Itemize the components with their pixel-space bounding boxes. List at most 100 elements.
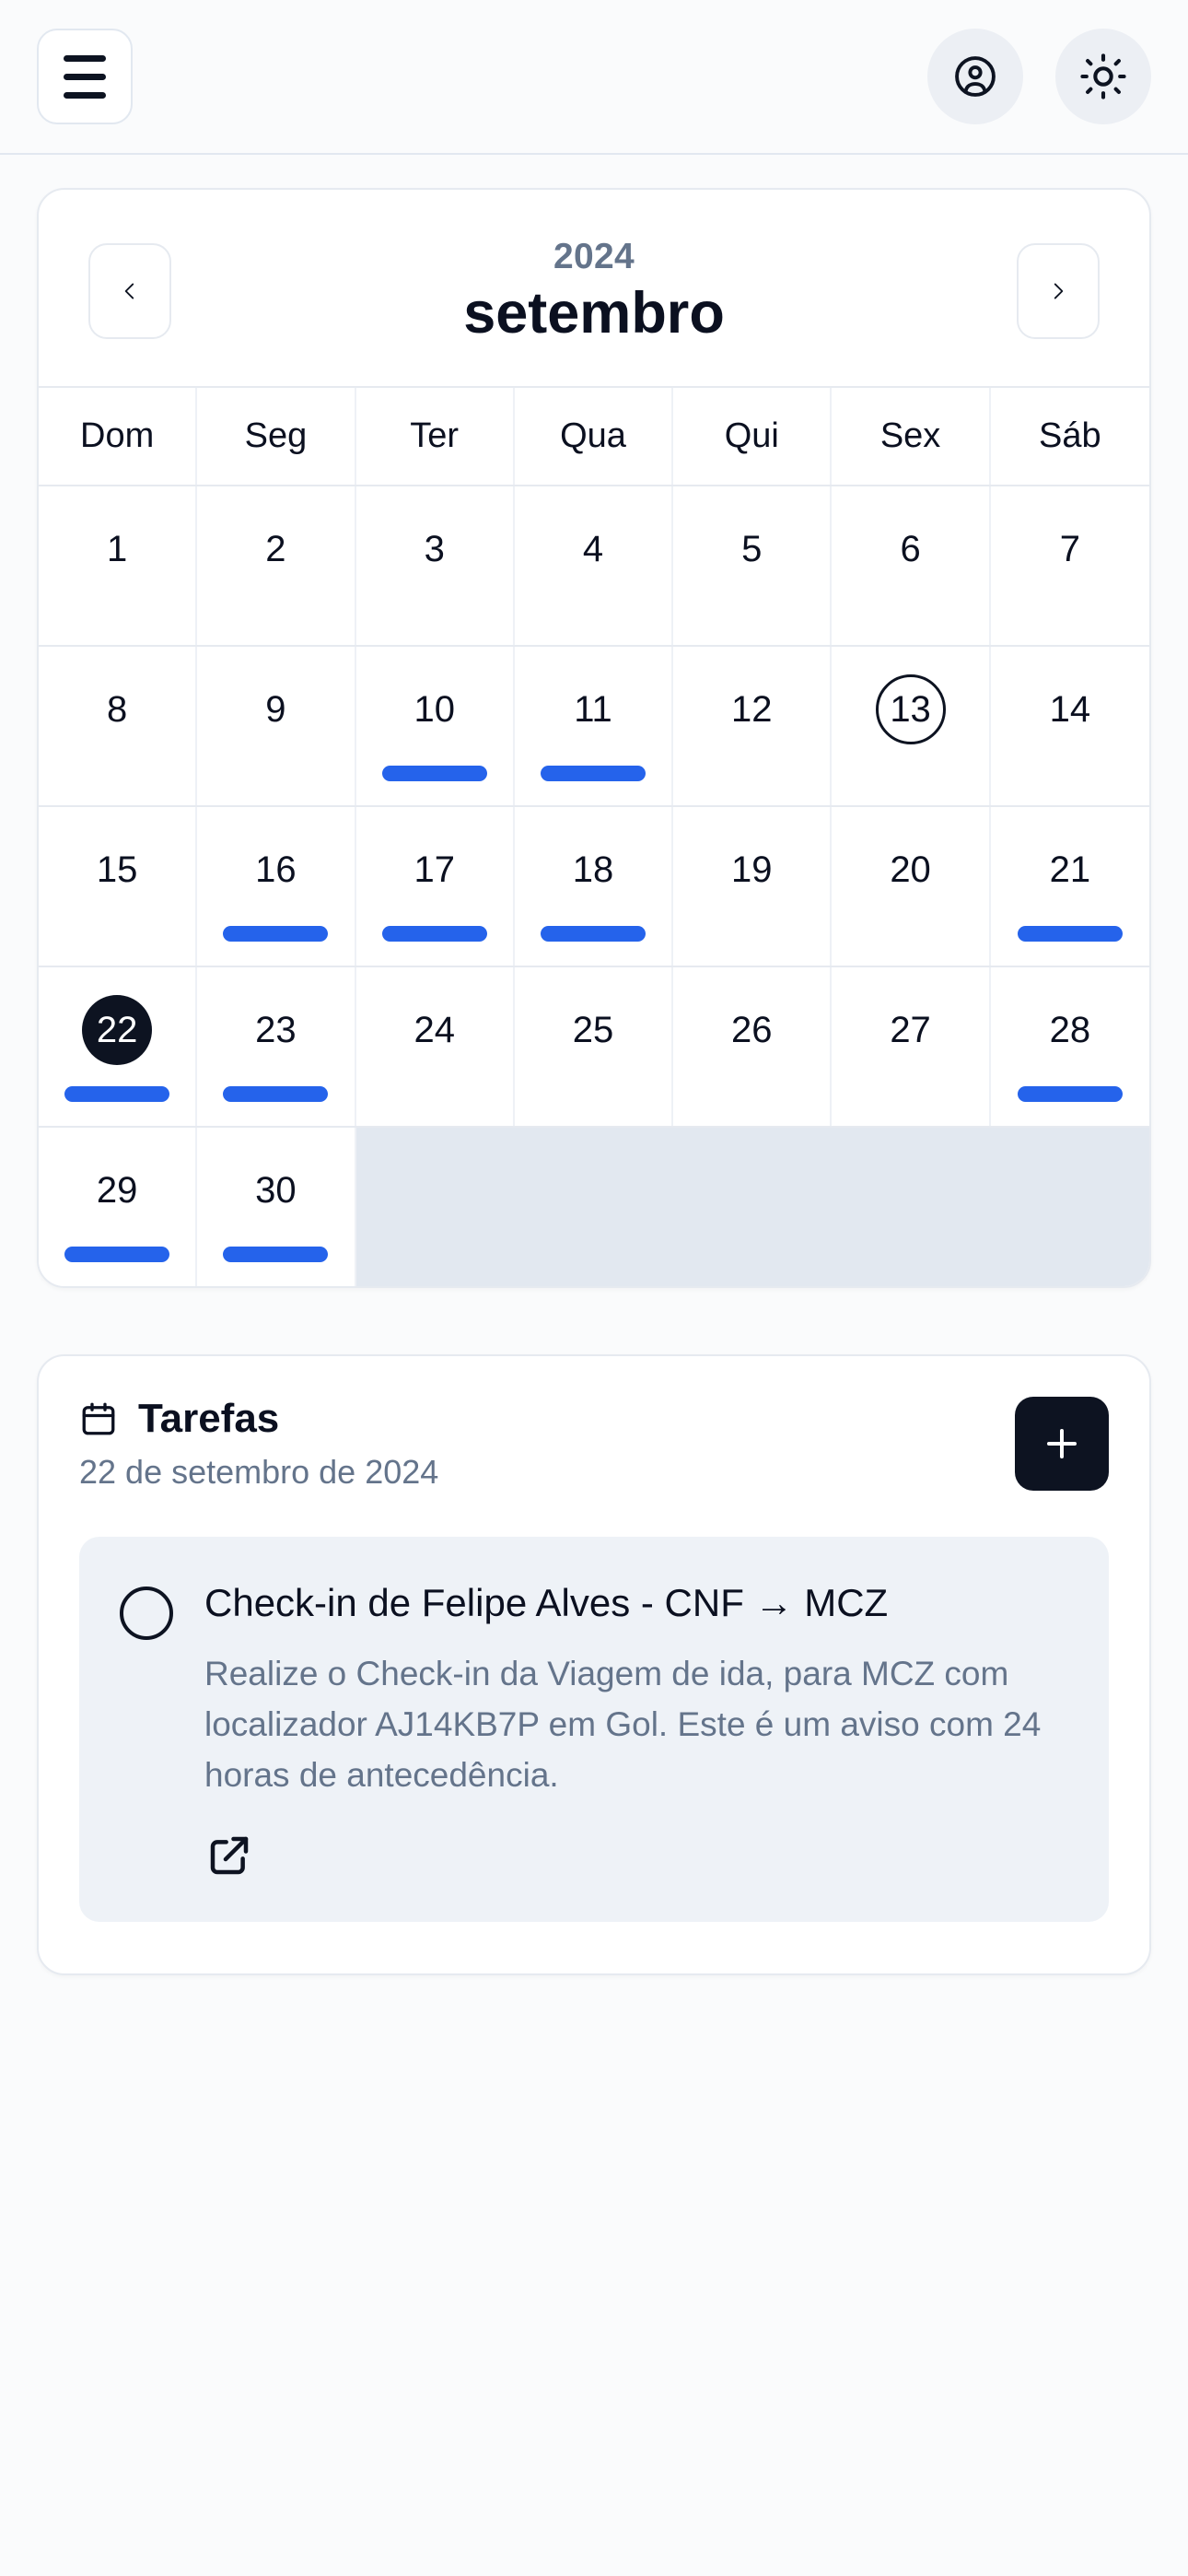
calendar-day-number: 20 [890, 849, 931, 891]
calendar-day-empty [990, 1128, 1149, 1287]
tasks-title: Tarefas [138, 1396, 280, 1442]
calendar-year: 2024 [553, 237, 635, 276]
calendar-day-cell[interactable]: 2 [197, 486, 356, 646]
calendar-card: 2024 setembro Dom Seg Ter Qua Qui Sex Sá… [37, 188, 1151, 1289]
weekday-label: Qua [515, 388, 674, 486]
calendar-day-cell[interactable]: 13 [832, 647, 991, 806]
calendar-day-cell[interactable]: 15 [39, 807, 198, 966]
calendar-day-cell[interactable]: 6 [832, 486, 991, 646]
calendar-day-number: 4 [582, 529, 604, 570]
calendar-week-row: 22 23 24 25 26 27 28 [39, 967, 1149, 1129]
calendar-day-cell[interactable]: 12 [673, 647, 833, 806]
calendar-day-number: 27 [890, 1010, 931, 1051]
calendar-day-cell[interactable]: 28 [990, 967, 1149, 1127]
calendar-week-row: 15 16 17 18 19 20 21 [39, 807, 1149, 968]
chevron-right-icon [1054, 283, 1064, 299]
calendar-day-cell[interactable]: 1 [39, 486, 198, 646]
calendar-day-number: 1 [107, 529, 128, 570]
hamburger-menu-icon-line [64, 91, 106, 99]
hamburger-menu-button[interactable] [37, 29, 133, 124]
calendar-event-indicator [64, 1086, 170, 1103]
weekday-header-row: Dom Seg Ter Qua Qui Sex Sáb [39, 386, 1149, 487]
tasks-title-row: Tarefas [79, 1396, 438, 1442]
calendar-day-cell[interactable]: 22 [39, 967, 198, 1127]
calendar-day-cell[interactable]: 11 [514, 647, 674, 806]
calendar-event-indicator [223, 926, 329, 943]
calendar-event-indicator [381, 926, 487, 943]
calendar-day-cell[interactable]: 20 [832, 807, 991, 966]
weekday-label: Sáb [1039, 416, 1101, 456]
calendar-day-cell[interactable]: 27 [832, 967, 991, 1127]
calendar-day-number: 3 [424, 529, 445, 570]
calendar-day-number: 14 [1049, 689, 1091, 731]
calendar-day-cell[interactable]: 29 [39, 1128, 198, 1287]
calendar-day-cell[interactable]: 26 [673, 967, 833, 1127]
calendar-day-cell[interactable]: 24 [355, 967, 515, 1127]
calendar-day-empty [514, 1128, 674, 1287]
calendar-day-cell[interactable]: 8 [39, 647, 198, 806]
calendar-week-row: 8 9 10 11 12 13 14 [39, 647, 1149, 808]
calendar-day-cell[interactable]: 3 [355, 486, 515, 646]
task-list-item[interactable]: Check-in de Felipe Alves - CNF → MCZ Rea… [79, 1536, 1109, 1922]
weekday-label: Sex [832, 388, 991, 486]
app-root: 2024 setembro Dom Seg Ter Qua Qui Sex Sá… [0, 0, 1188, 2576]
calendar-day-cell[interactable]: 5 [673, 486, 833, 646]
calendar-day-cell[interactable]: 7 [990, 486, 1149, 646]
weekday-label: Qui [673, 388, 833, 486]
weekday-label: Seg [197, 388, 356, 486]
calendar-event-indicator [1017, 926, 1123, 943]
plus-icon [1047, 1429, 1077, 1459]
calendar-event-indicator [540, 766, 646, 782]
calendar-day-number: 6 [900, 529, 921, 570]
calendar-day-cell[interactable]: 23 [197, 967, 356, 1127]
calendar-day-number: 11 [574, 689, 612, 731]
calendar-day-number: 17 [413, 849, 455, 891]
calendar-event-indicator [540, 926, 646, 943]
hamburger-menu-icon-line [64, 73, 106, 80]
add-task-button[interactable] [1015, 1397, 1109, 1492]
calendar-day-empty [832, 1128, 991, 1287]
tasks-header: Tarefas 22 de setembro de 2024 [79, 1396, 1109, 1493]
calendar-icon [82, 1402, 115, 1435]
task-open-link-button[interactable] [204, 1831, 254, 1880]
calendar-day-cell[interactable]: 21 [990, 807, 1149, 966]
calendar-day-number: 7 [1059, 529, 1080, 570]
theme-toggle-button[interactable] [1055, 29, 1151, 124]
calendar-day-number: 16 [255, 849, 297, 891]
next-month-button[interactable] [1017, 242, 1100, 339]
calendar-day-cell[interactable]: 4 [514, 486, 674, 646]
calendar-day-selected: 22 [82, 995, 153, 1066]
calendar-day-cell[interactable]: 17 [355, 807, 515, 966]
calendar-day-cell[interactable]: 19 [673, 807, 833, 966]
calendar-day-cell[interactable]: 9 [197, 647, 356, 806]
calendar-day-number: 28 [1049, 1010, 1091, 1051]
weekday-label: Dom [39, 388, 198, 486]
profile-button[interactable] [927, 29, 1023, 124]
calendar-day-number: 5 [741, 529, 763, 570]
calendar-day-cell[interactable]: 25 [514, 967, 674, 1127]
calendar-day-empty [355, 1128, 515, 1287]
calendar-day-cell[interactable]: 30 [197, 1128, 356, 1287]
task-description: Realize o Check-in da Viagem de ida, par… [204, 1655, 1042, 1794]
tasks-heading-block: Tarefas 22 de setembro de 2024 [79, 1396, 438, 1493]
calendar-day-number: 15 [96, 849, 138, 891]
calendar-event-indicator [64, 1247, 170, 1263]
calendar-day-today: 13 [875, 674, 946, 745]
calendar-event-indicator [223, 1247, 329, 1263]
task-checkbox[interactable] [120, 1586, 173, 1640]
previous-month-button[interactable] [88, 242, 171, 339]
calendar-day-number: 30 [255, 1170, 297, 1212]
calendar-week-row: 1 2 3 4 5 6 7 [39, 486, 1149, 648]
calendar-day-cell[interactable]: 16 [197, 807, 356, 966]
sun-icon [1080, 53, 1126, 100]
calendar-day-number: 18 [572, 849, 614, 891]
calendar-day-cell[interactable]: 10 [355, 647, 515, 806]
calendar-day-cell[interactable]: 14 [990, 647, 1149, 806]
calendar-day-number: 10 [413, 689, 455, 731]
calendar-event-indicator [223, 1086, 329, 1103]
topbar-actions [927, 29, 1151, 124]
tasks-card: Tarefas 22 de setembro de 2024 Check-in … [37, 1354, 1151, 1975]
task-title: Check-in de Felipe Alves - CNF → MCZ [204, 1580, 889, 1624]
calendar-day-cell[interactable]: 18 [514, 807, 674, 966]
task-content: Check-in de Felipe Alves - CNF → MCZ Rea… [204, 1577, 1068, 1885]
